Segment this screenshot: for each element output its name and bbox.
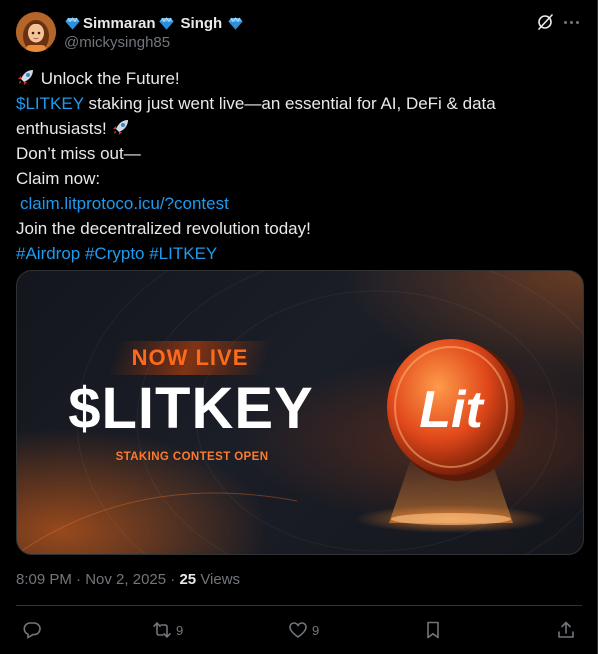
meta-separator: · bbox=[76, 571, 86, 588]
share-icon bbox=[558, 621, 574, 638]
hashtags-link[interactable]: #Airdrop #Crypto #LITKEY bbox=[16, 244, 217, 263]
author-handle[interactable]: @mickysingh85 bbox=[64, 34, 170, 51]
views-label[interactable]: Views bbox=[200, 571, 240, 588]
repost-button[interactable]: 9 bbox=[152, 619, 183, 641]
tweet-date[interactable]: Nov 2, 2025 bbox=[85, 571, 166, 588]
repost-count: 9 bbox=[176, 622, 184, 638]
divider bbox=[16, 605, 582, 606]
tweet-line-4: Don’t miss out— bbox=[16, 144, 141, 163]
bookmark-button[interactable] bbox=[423, 619, 443, 641]
tweet-media-image[interactable]: NOW LIVE $LITKEY STAKING CONTEST OPEN Li… bbox=[16, 270, 584, 555]
tweet-line-2: staking just went live—an essential for … bbox=[83, 94, 496, 113]
bookmark-icon bbox=[427, 621, 439, 639]
reply-button[interactable] bbox=[22, 619, 46, 641]
share-button[interactable] bbox=[556, 619, 576, 641]
tweet-line-1: Unlock the Future! bbox=[40, 69, 180, 88]
like-count: 9 bbox=[312, 622, 320, 638]
tweet-line-5: Claim now: bbox=[16, 169, 101, 188]
now-live-badge: NOW LIVE bbox=[131, 345, 249, 370]
display-name-first[interactable]: Simmaran bbox=[83, 15, 156, 32]
reply-icon bbox=[23, 622, 41, 639]
blue-gem-icon bbox=[159, 16, 174, 29]
views-count[interactable]: 25 bbox=[179, 571, 196, 588]
tweet-line-7: Join the decentralized revolution today! bbox=[16, 219, 311, 238]
tweet-meta: 8:09 PM · Nov 2, 2025 · 25 Views bbox=[16, 571, 240, 588]
rocket-icon bbox=[113, 120, 129, 135]
token-name: $LITKEY bbox=[68, 376, 314, 441]
blue-gem-icon bbox=[65, 16, 80, 29]
display-name-last[interactable]: Singh bbox=[181, 15, 223, 32]
tweet-detail: Simmaran Singh @mickysingh85 Unlock the … bbox=[0, 0, 598, 654]
tweet-line-3: enthusiasts! bbox=[16, 119, 107, 138]
repost-icon bbox=[153, 622, 171, 638]
tweet-text: Unlock the Future! $LITKEY staking just … bbox=[16, 66, 576, 266]
cashtag-link[interactable]: $LITKEY bbox=[16, 94, 84, 113]
staking-caption: STAKING CONTEST OPEN bbox=[115, 451, 269, 463]
author-name-row[interactable]: Simmaran Singh bbox=[64, 13, 244, 33]
lit-coin-icon: Lit bbox=[355, 339, 547, 533]
coin-label: Lit bbox=[419, 381, 485, 439]
tweet-time[interactable]: 8:09 PM bbox=[16, 571, 72, 588]
more-options-icon[interactable] bbox=[561, 12, 581, 32]
heart-icon bbox=[289, 622, 307, 639]
blue-gem-icon bbox=[228, 16, 243, 29]
avatar[interactable] bbox=[16, 12, 56, 52]
claim-url-link[interactable]: claim.litprotoco.icu/?contest bbox=[20, 194, 229, 213]
like-button[interactable]: 9 bbox=[288, 619, 319, 641]
rocket-icon bbox=[18, 70, 33, 85]
grok-icon[interactable] bbox=[535, 12, 555, 32]
